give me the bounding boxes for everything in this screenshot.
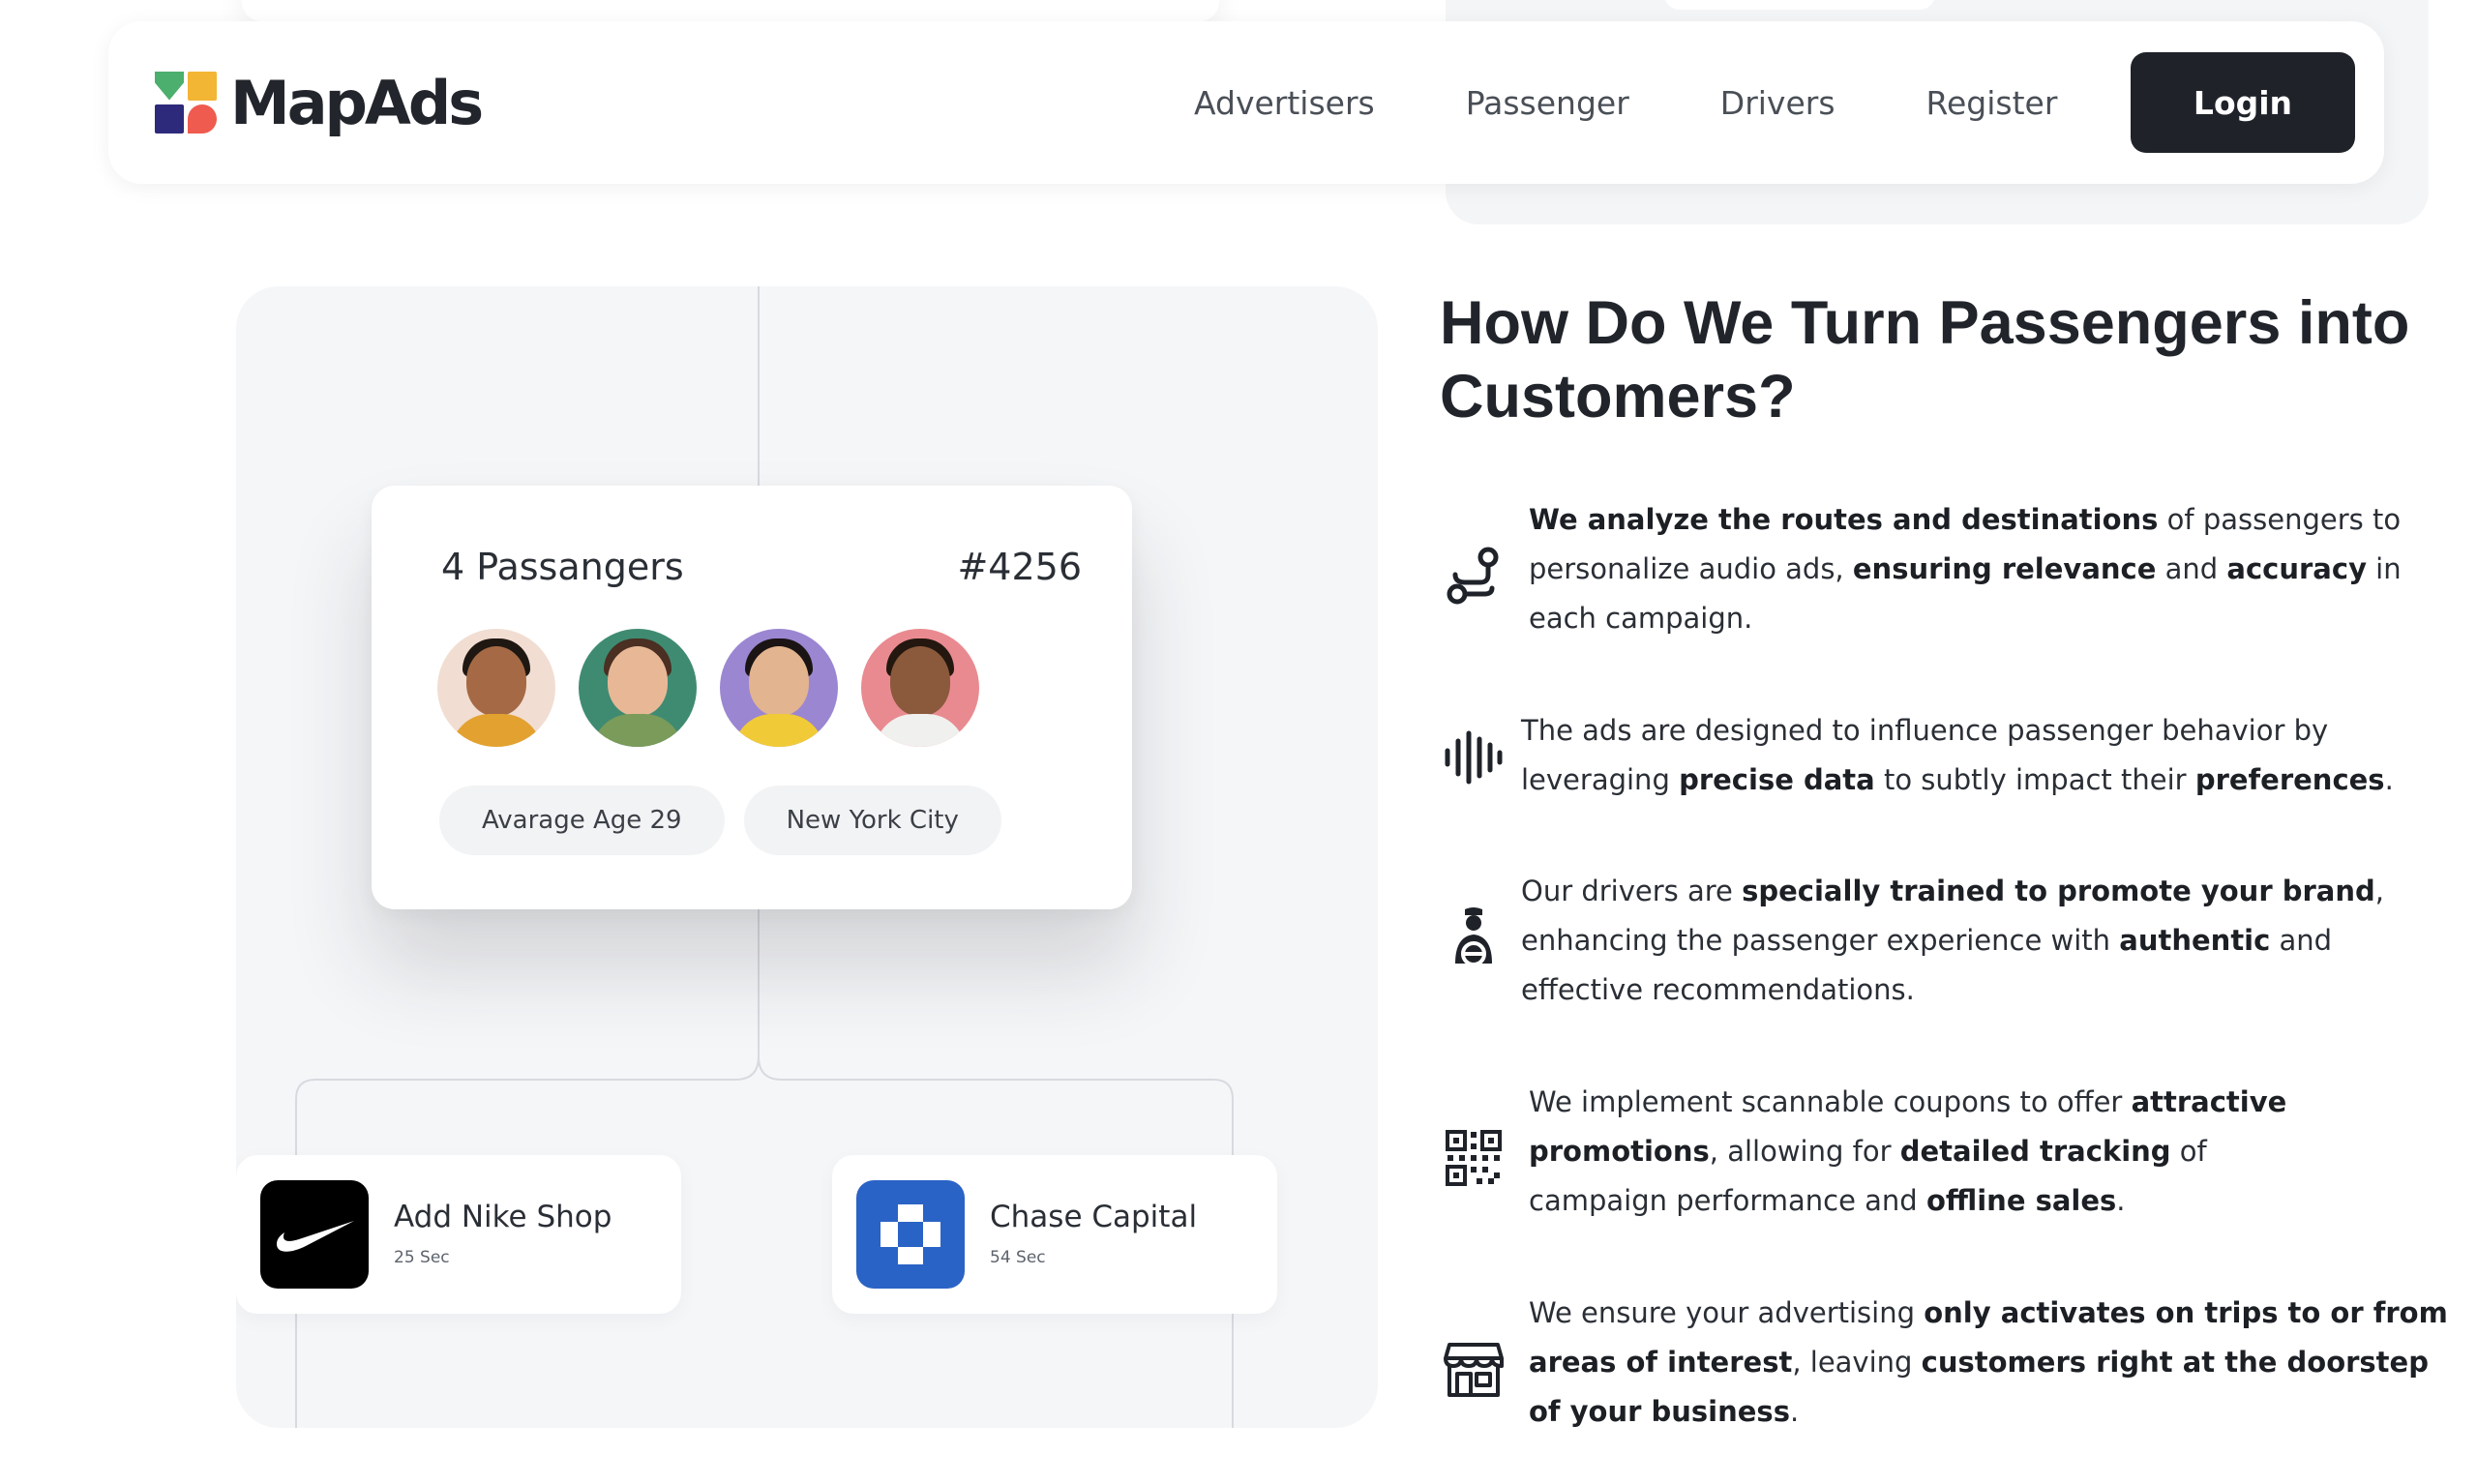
qr-code-icon — [1446, 1130, 1502, 1186]
previous-section-pill — [1664, 0, 1935, 10]
emphasis-text: accuracy — [2226, 552, 2367, 585]
ad-name: Chase Capital — [990, 1200, 1198, 1234]
tag-city: New York City — [743, 786, 1001, 855]
ad-card-chase: Chase Capital 54 Sec — [832, 1155, 1277, 1314]
emphasis-text: detailed tracking — [1899, 1135, 2171, 1168]
feature-text: The ads are designed to influence passen… — [1521, 706, 2440, 805]
body-text: . — [2116, 1184, 2126, 1217]
nav-link-register[interactable]: Register — [1926, 84, 2058, 122]
passenger-count: 4 Passangers — [441, 546, 684, 588]
body-text: . — [1789, 1395, 1800, 1428]
body-text: to subtly impact their — [1874, 763, 2195, 796]
body-text: . — [2384, 763, 2394, 796]
logo[interactable]: MapAds — [155, 68, 484, 138]
navbar: MapAds Advertisers Passenger Drivers Reg… — [108, 21, 2384, 184]
emphasis-text: offline sales — [1925, 1184, 2117, 1217]
chase-octagon-icon — [856, 1180, 965, 1289]
body-text: Our drivers are — [1521, 875, 1743, 907]
emphasis-text: ensuring relevance — [1852, 552, 2157, 585]
sound-wave-icon — [1445, 730, 1503, 785]
emphasis-text: We analyze the routes and destinations — [1529, 503, 2159, 536]
feature-text: We ensure your advertising only activate… — [1529, 1289, 2448, 1437]
body-text: , allowing for — [1709, 1135, 1900, 1168]
driver-icon — [1455, 907, 1492, 966]
feature-text: We implement scannable coupons to offer … — [1529, 1078, 2322, 1226]
ad-name: Add Nike Shop — [394, 1200, 612, 1234]
logo-text: MapAds — [230, 68, 484, 138]
login-button[interactable]: Login — [2131, 52, 2355, 153]
feature-text: Our drivers are specially trained to pro… — [1521, 867, 2450, 1015]
body-text: We implement scannable coupons to offer — [1529, 1085, 2132, 1118]
avatar — [437, 629, 555, 747]
tag-average-age: Avarage Age 29 — [439, 786, 725, 855]
illustration-panel: 4 Passangers #4256 Avarage Age 29 New Yo… — [236, 286, 1378, 1428]
nav-link-passenger[interactable]: Passenger — [1466, 84, 1629, 122]
emphasis-text: preferences — [2194, 763, 2385, 796]
section-title: How Do We Turn Passengers into Customers… — [1440, 289, 2410, 430]
passenger-group-card: 4 Passangers #4256 Avarage Age 29 New Yo… — [372, 486, 1132, 909]
emphasis-text: precise data — [1679, 763, 1875, 796]
avatar — [720, 629, 838, 747]
emphasis-text: specially trained to promote your brand — [1742, 875, 2375, 907]
body-text: and — [2156, 552, 2227, 585]
ad-duration: 25 Sec — [394, 1248, 450, 1267]
nav-link-advertisers[interactable]: Advertisers — [1194, 84, 1375, 122]
route-icon — [1447, 547, 1499, 605]
emphasis-text: authentic — [2119, 924, 2271, 957]
nav-link-drivers[interactable]: Drivers — [1720, 84, 1835, 122]
logo-mark-icon — [155, 71, 219, 135]
group-id: #4256 — [957, 546, 1082, 588]
avatar-row — [437, 629, 1002, 747]
passenger-tags: Avarage Age 29 New York City — [439, 786, 1021, 855]
ad-duration: 54 Sec — [990, 1248, 1046, 1267]
nike-swoosh-icon — [260, 1180, 369, 1289]
ad-card-nike: Add Nike Shop 25 Sec — [236, 1155, 681, 1314]
feature-text: We analyze the routes and destinations o… — [1529, 495, 2448, 643]
body-text: We ensure your advertising — [1529, 1296, 1925, 1329]
body-text: , leaving — [1792, 1346, 1922, 1379]
nav-links: Advertisers Passenger Drivers Register — [1194, 21, 2057, 184]
avatar — [579, 629, 697, 747]
storefront-icon — [1444, 1343, 1504, 1397]
previous-section-card — [242, 0, 1219, 21]
avatar — [861, 629, 979, 747]
